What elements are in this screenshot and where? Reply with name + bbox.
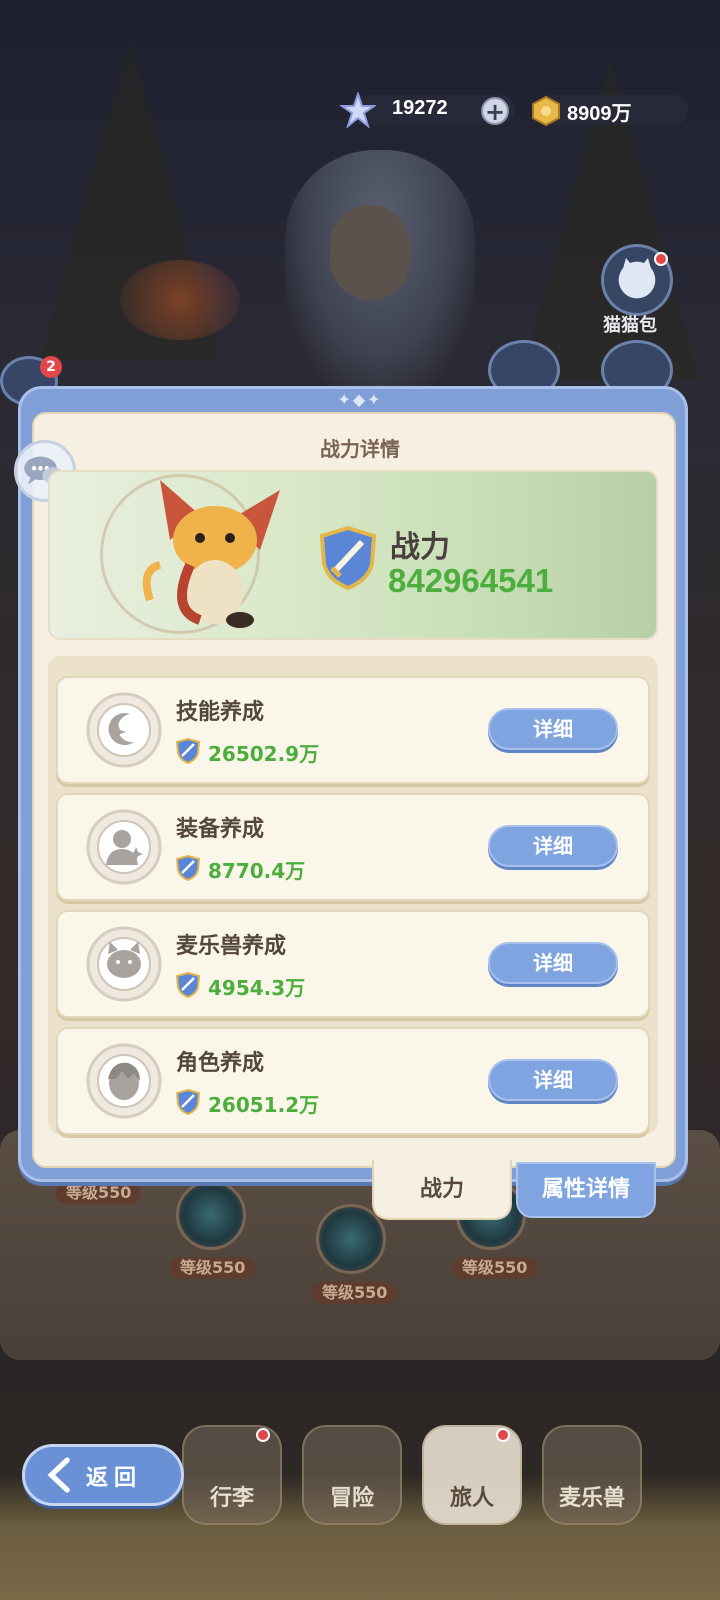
- level-chip: 等级550: [452, 1257, 538, 1279]
- equipment-detail-button[interactable]: 详细: [488, 825, 618, 867]
- row-power-value: 4954.3万: [208, 976, 306, 1000]
- row-title: 麦乐兽养成: [176, 934, 287, 959]
- level-chip: 等级550: [56, 1182, 142, 1204]
- nav-label-pet: 麦乐兽: [558, 1486, 625, 1511]
- list-item-equipment: 装备养成 8770.4万 详细: [56, 793, 650, 901]
- power-label: 战力: [390, 530, 450, 565]
- list-item-pet: 麦乐兽养成 4954.3万 详细: [56, 910, 650, 1018]
- nav-label-adventure: 冒险: [329, 1486, 374, 1511]
- background-glow: [120, 260, 240, 340]
- list-item-skill: 技能养成 26502.9万 详细: [56, 676, 650, 784]
- row-title: 技能养成: [176, 700, 265, 725]
- power-shield-icon: [319, 526, 377, 590]
- cat-mascot-icon: [142, 480, 280, 628]
- character-detail-button[interactable]: 详细: [488, 1059, 618, 1101]
- gold-value: 8909万: [567, 103, 632, 125]
- modal-top-ornament: ✦◆✦: [337, 390, 383, 409]
- cat-face-icon: [86, 926, 162, 1002]
- power-shield-icon: [176, 1089, 200, 1115]
- nav-label-luggage: 行李: [209, 1486, 254, 1511]
- tab-power[interactable]: 战力: [372, 1160, 512, 1220]
- nav-label-traveler: 旅人: [449, 1486, 494, 1511]
- row-power-value: 8770.4万: [208, 859, 306, 883]
- left-notification-badge: 2: [40, 356, 62, 378]
- modal-title: 战力详情: [320, 437, 400, 461]
- power-shield-icon: [176, 738, 200, 764]
- level-chip: 等级550: [170, 1257, 256, 1279]
- back-label: 返回: [86, 1466, 143, 1491]
- moon-star-icon: [86, 692, 162, 768]
- list-item-character: 角色养成 26051.2万 详细: [56, 1027, 650, 1135]
- nav-notification-dot: [496, 1428, 510, 1442]
- row-power-value: 26502.9万: [208, 742, 320, 766]
- row-title: 装备养成: [176, 817, 265, 842]
- background-character-face: [330, 205, 410, 300]
- diamond-value: 19272: [392, 97, 448, 119]
- power-value: 842964541: [388, 562, 554, 599]
- add-diamond-button[interactable]: +: [481, 97, 509, 125]
- pet-detail-button[interactable]: 详细: [488, 942, 618, 984]
- tab-attribute-details[interactable]: 属性详情: [516, 1162, 656, 1218]
- power-shield-icon: [176, 855, 200, 881]
- back-arrow-icon: [47, 1457, 70, 1493]
- diamond-star-icon: [340, 92, 376, 128]
- skill-orb[interactable]: [176, 1180, 246, 1250]
- cat-bag-label: 猫猫包: [603, 315, 657, 336]
- level-chip: 等级550: [312, 1282, 398, 1304]
- figure-sparkle-icon: [86, 809, 162, 885]
- cat-bag-notification-dot: [654, 252, 668, 266]
- row-power-value: 26051.2万: [208, 1093, 320, 1117]
- row-title: 角色养成: [176, 1051, 265, 1076]
- character-head-icon: [86, 1043, 162, 1119]
- gold-coin-icon: [532, 96, 560, 126]
- power-shield-icon: [176, 972, 200, 998]
- nav-notification-dot: [256, 1428, 270, 1442]
- skill-detail-button[interactable]: 详细: [488, 708, 618, 750]
